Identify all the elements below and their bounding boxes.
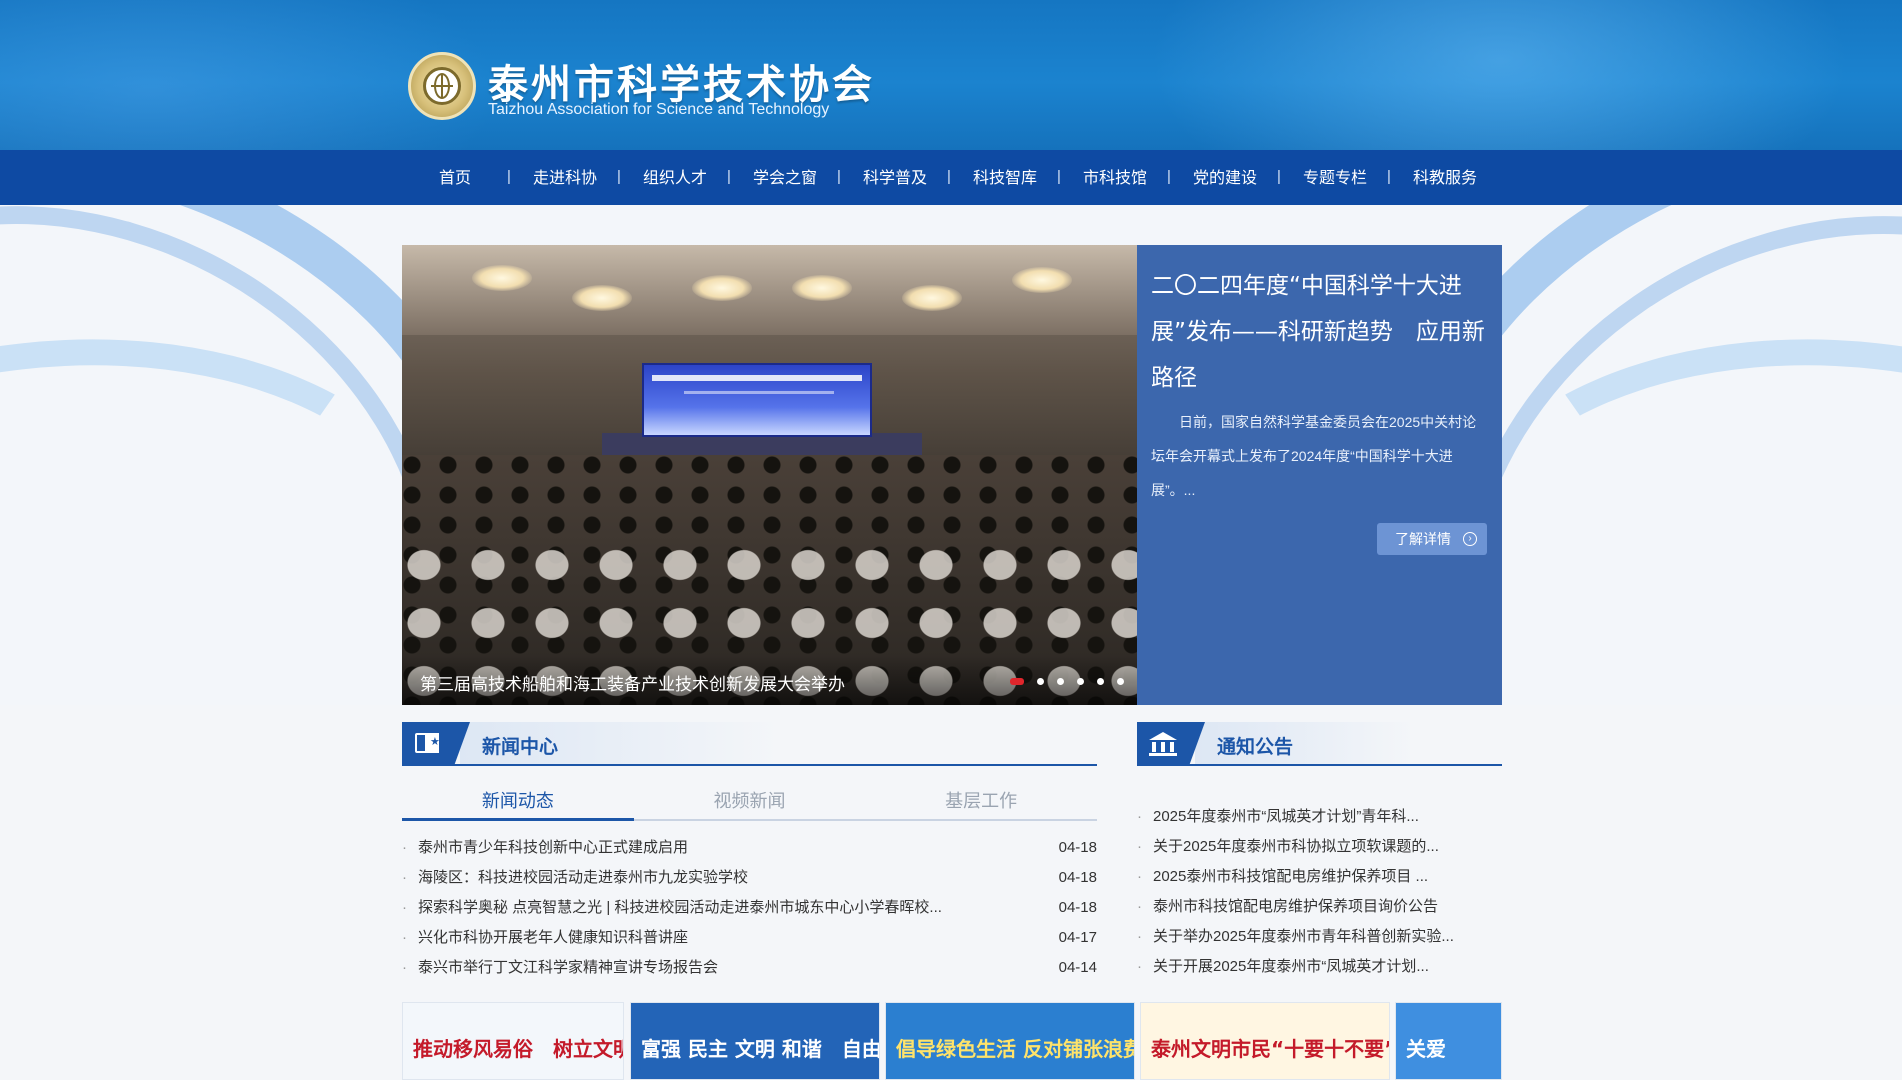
nav-item[interactable]: 学会之窗 bbox=[730, 150, 840, 205]
nav-item[interactable]: 市科技馆 bbox=[1060, 150, 1170, 205]
news-tab[interactable]: 基层工作 bbox=[865, 783, 1097, 819]
banner-photo[interactable]: 第三届高技术船舶和海工装备产业技术创新发展大会举办 bbox=[402, 245, 1137, 705]
nav-item[interactable]: 科学普及 bbox=[840, 150, 950, 205]
news-item[interactable]: 海陵区：科技进校园活动走进泰州市九龙实验学校 04-18 bbox=[402, 863, 1097, 893]
promo-card-text: 倡导绿色生活 反对铺张浪费 bbox=[896, 1037, 1135, 1061]
news-item-date: 04-17 bbox=[1058, 929, 1097, 946]
nav-items: 首页 | 走进科协 | 组织人才 | 学会之窗 | 科学普及 | 科技智库 | 市科技馆 | 党的建设 | 专题… bbox=[400, 150, 1502, 205]
news-item-title: 兴化市科协开展老年人健康知识科普讲座 bbox=[418, 929, 689, 946]
promo-card-text: 推动移风易俗 树立文明风尚 bbox=[413, 1037, 623, 1061]
promo-card[interactable]: 富强 民主 文明 和谐 自由 平等 公正 法治 bbox=[630, 1002, 880, 1080]
news-item-title: 泰兴市举行丁文江科学家精神宣讲专场报告会 bbox=[418, 959, 719, 976]
slide-dot[interactable] bbox=[1010, 678, 1024, 685]
notice-item[interactable]: 关于开展2025年度泰州市“凤城英才计划... bbox=[1137, 952, 1502, 982]
news-item[interactable]: 泰兴市举行丁文江科学家精神宣讲专场报告会 04-14 bbox=[402, 953, 1097, 983]
featured-banner: 第三届高技术船舶和海工装备产业技术创新发展大会举办 二〇二四年度“中国科学十大进… bbox=[402, 245, 1502, 705]
site-subtitle: Taizhou Association for Science and Tech… bbox=[488, 101, 830, 118]
association-logo[interactable] bbox=[408, 52, 476, 120]
photo-screen bbox=[642, 363, 872, 437]
news-item[interactable]: 兴化市科协开展老年人健康知识科普讲座 04-17 bbox=[402, 923, 1097, 953]
promo-card[interactable]: 泰州文明市民“十要十不要” bbox=[1140, 1002, 1390, 1080]
banner-caption[interactable]: 第三届高技术船舶和海工装备产业技术创新发展大会举办 bbox=[420, 670, 845, 695]
nav-item[interactable]: 首页 bbox=[400, 150, 510, 205]
chevron-right-icon: › bbox=[1463, 532, 1477, 546]
promo-card-text: 富强 民主 文明 和谐 自由 平等 公正 法治 bbox=[641, 1037, 880, 1061]
feature-summary: 日前，国家自然科学基金委员会在2025中关村论坛年会开幕式上发布了2024年度“… bbox=[1151, 414, 1477, 498]
nav-item[interactable]: 科教服务 bbox=[1390, 150, 1500, 205]
slide-dot[interactable] bbox=[1117, 678, 1124, 685]
notice-item[interactable]: 2025年度泰州市“凤城英才计划”青年科... bbox=[1137, 802, 1502, 832]
site-header: 泰州市科学技术协会 Taizhou Association for Scienc… bbox=[0, 0, 1902, 150]
nav-item[interactable]: 组织人才 bbox=[620, 150, 730, 205]
notice-item[interactable]: 关于举办2025年度泰州市青年科普创新实验... bbox=[1137, 922, 1502, 952]
news-section-title[interactable]: 新闻中心 bbox=[482, 732, 558, 759]
promo-card[interactable]: 推动移风易俗 树立文明风尚 bbox=[402, 1002, 624, 1080]
news-item-date: 04-14 bbox=[1058, 959, 1097, 976]
book-icon: ★ bbox=[415, 733, 441, 755]
read-more-button[interactable]: 了解详情 › bbox=[1377, 523, 1487, 555]
feature-title[interactable]: 二〇二四年度“中国科学十大进展”发布——科研新趋势 应用新路径 bbox=[1151, 263, 1491, 401]
read-more-label: 了解详情 bbox=[1395, 531, 1451, 547]
logo-globe-icon bbox=[423, 67, 461, 105]
slide-dots bbox=[1010, 678, 1137, 685]
promo-card[interactable]: 关爱 bbox=[1395, 1002, 1502, 1080]
news-item[interactable]: 探索科学奥秘 点亮智慧之光 | 科技进校园活动走进泰州市城东中心小学春晖校...… bbox=[402, 893, 1097, 923]
feature-panel: 二〇二四年度“中国科学十大进展”发布——科研新趋势 应用新路径 日前，国家自然科… bbox=[1137, 245, 1502, 705]
nav-item[interactable]: 科技智库 bbox=[950, 150, 1060, 205]
notice-item[interactable]: 关于2025年度泰州市科协拟立项软课题的... bbox=[1137, 832, 1502, 862]
news-tabs: 新闻动态 视频新闻 基层工作 bbox=[402, 783, 1097, 821]
news-item-date: 04-18 bbox=[1058, 839, 1097, 856]
promo-card-text: 关爱 bbox=[1406, 1037, 1446, 1061]
news-tab[interactable]: 新闻动态 bbox=[402, 783, 634, 821]
news-section-header: ★ 新闻中心 bbox=[402, 722, 1097, 766]
notice-item[interactable]: 2025泰州市科技馆配电房维护保养项目 ... bbox=[1137, 862, 1502, 892]
news-item-title: 泰州市青少年科技创新中心正式建成启用 bbox=[418, 839, 689, 856]
slide-dot[interactable] bbox=[1077, 678, 1084, 685]
nav-item[interactable]: 党的建设 bbox=[1170, 150, 1280, 205]
news-tab[interactable]: 视频新闻 bbox=[634, 783, 866, 819]
nav-item[interactable]: 走进科协 bbox=[510, 150, 620, 205]
news-item-title: 探索科学奥秘 点亮智慧之光 | 科技进校园活动走进泰州市城东中心小学春晖校... bbox=[418, 899, 942, 916]
slide-dot[interactable] bbox=[1057, 678, 1064, 685]
header-glow bbox=[1150, 0, 1850, 150]
main-nav: 首页 | 走进科协 | 组织人才 | 学会之窗 | 科学普及 | 科技智库 | 市科技馆 | 党的建设 | 专题… bbox=[0, 150, 1902, 205]
promo-card-text: 泰州文明市民“十要十不要” bbox=[1151, 1037, 1390, 1061]
promo-strip: 推动移风易俗 树立文明风尚富强 民主 文明 和谐 自由 平等 公正 法治倡导绿色… bbox=[402, 1002, 1502, 1080]
notice-section-title[interactable]: 通知公告 bbox=[1217, 732, 1293, 759]
news-list: 泰州市青少年科技创新中心正式建成启用04-18海陵区：科技进校园活动走进泰州市九… bbox=[402, 833, 1097, 983]
news-item[interactable]: 泰州市青少年科技创新中心正式建成启用 04-18 bbox=[402, 833, 1097, 863]
notice-list: 2025年度泰州市“凤城英才计划”青年科...关于2025年度泰州市科协拟立项软… bbox=[1137, 802, 1502, 982]
notice-item[interactable]: 泰州市科技馆配电房维护保养项目询价公告 bbox=[1137, 892, 1502, 922]
notice-section-header: 通知公告 bbox=[1137, 722, 1502, 766]
news-item-date: 04-18 bbox=[1058, 869, 1097, 886]
institution-icon bbox=[1149, 732, 1177, 756]
news-item-date: 04-18 bbox=[1058, 899, 1097, 916]
promo-card[interactable]: 倡导绿色生活 反对铺张浪费 bbox=[885, 1002, 1135, 1080]
news-item-title: 海陵区：科技进校园活动走进泰州市九龙实验学校 bbox=[418, 869, 749, 886]
slide-dot[interactable] bbox=[1097, 678, 1104, 685]
slide-dot[interactable] bbox=[1037, 678, 1044, 685]
nav-item[interactable]: 专题专栏 bbox=[1280, 150, 1390, 205]
